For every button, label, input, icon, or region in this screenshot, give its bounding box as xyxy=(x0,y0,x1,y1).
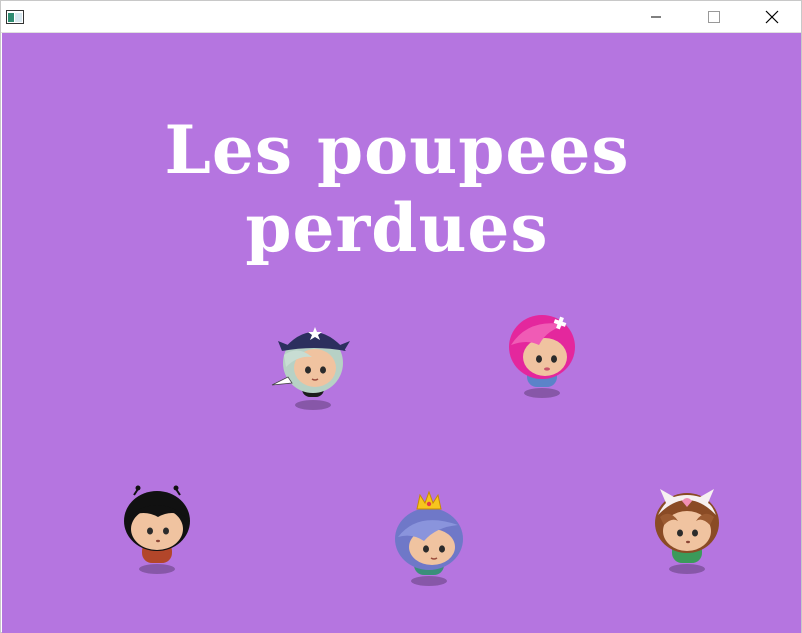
game-title: Les poupees perdues xyxy=(164,111,630,267)
doll-sailor[interactable] xyxy=(268,315,358,415)
doll-princess[interactable] xyxy=(384,487,474,587)
title-bar[interactable] xyxy=(1,1,801,33)
minimize-button[interactable] xyxy=(627,1,685,32)
maximize-icon xyxy=(708,10,720,23)
doll-black-hair[interactable] xyxy=(112,481,202,581)
app-window-icon xyxy=(6,10,24,24)
doll-cat-hat[interactable] xyxy=(642,481,732,581)
game-window: Les poupees perdues xyxy=(0,0,802,633)
game-canvas: Les poupees perdues xyxy=(2,33,801,633)
maximize-button[interactable] xyxy=(685,1,743,32)
doll-pink-hair[interactable] xyxy=(497,303,587,403)
minimize-icon xyxy=(651,16,661,17)
close-icon xyxy=(765,10,779,23)
close-button[interactable] xyxy=(743,1,801,32)
